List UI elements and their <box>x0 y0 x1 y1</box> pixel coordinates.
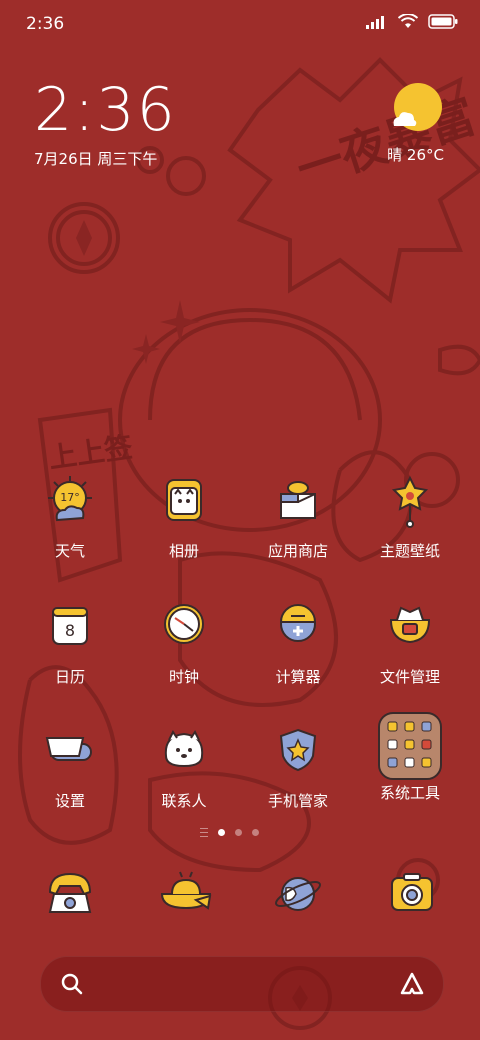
clock-widget[interactable]: 2:36 7月26日 周三下午 <box>34 78 177 169</box>
gallery-icon <box>166 479 202 521</box>
app-file-manager[interactable]: 文件管理 <box>350 600 470 687</box>
wifi-icon <box>398 14 418 28</box>
app-label: 主题壁纸 <box>379 542 440 560</box>
app-label: 设置 <box>54 792 85 810</box>
app-system-tools-folder[interactable]: 系统工具 <box>350 712 470 803</box>
status-icons <box>366 14 458 29</box>
app-store-icon <box>280 481 316 519</box>
contacts-icon <box>164 730 204 768</box>
wallpaper-scroll-text: 上上签 <box>47 430 135 474</box>
calendar-day: 8 <box>65 621 75 640</box>
status-time: 2:36 <box>26 14 65 34</box>
clock-icon <box>164 604 204 644</box>
app-weather[interactable]: 17° 天气 <box>10 474 130 561</box>
menu-lines-icon <box>200 828 208 837</box>
page-dot-active <box>218 829 225 836</box>
app-label: 计算器 <box>275 668 321 686</box>
app-label: 文件管理 <box>379 668 440 686</box>
app-label: 联系人 <box>161 792 207 810</box>
signal-icon <box>366 15 384 29</box>
page-indicator[interactable] <box>200 828 259 837</box>
search-icon[interactable] <box>61 973 83 995</box>
page-dot <box>252 829 259 836</box>
widget-date: 7月26日 周三下午 <box>34 150 158 168</box>
weather-badge: 17° <box>60 491 80 504</box>
weather-widget[interactable]: 晴 26°C <box>387 82 444 165</box>
app-store[interactable]: 应用商店 <box>238 474 358 561</box>
themes-icon <box>391 475 429 528</box>
app-calendar[interactable]: 8 日历 <box>10 600 130 687</box>
app-label: 天气 <box>54 542 85 560</box>
app-contacts[interactable]: 联系人 <box>124 724 244 811</box>
settings-icon <box>45 737 92 761</box>
file-manager-icon <box>389 606 431 644</box>
weather-app-icon: 17° <box>48 476 92 522</box>
app-label: 系统工具 <box>379 784 440 802</box>
app-calculator[interactable]: 计算器 <box>238 600 358 687</box>
app-label: 日历 <box>54 668 85 686</box>
phone-icon[interactable] <box>40 864 100 924</box>
calendar-icon: 8 <box>52 607 88 645</box>
app-clock[interactable]: 时钟 <box>124 600 244 687</box>
app-vault-icon[interactable] <box>399 971 425 997</box>
messages-icon[interactable] <box>156 864 216 924</box>
app-settings[interactable]: 设置 <box>10 724 130 811</box>
page-dot <box>235 829 242 836</box>
app-label: 相册 <box>168 542 199 560</box>
app-themes[interactable]: 主题壁纸 <box>350 474 470 561</box>
wallpaper-banner-text: 一夜暴富 <box>290 89 480 197</box>
app-label: 时钟 <box>168 668 199 686</box>
security-icon <box>279 728 317 772</box>
app-label: 应用商店 <box>267 542 328 560</box>
weather-text: 晴 26°C <box>387 146 444 164</box>
status-bar: 2:36 <box>0 0 480 50</box>
app-gallery[interactable]: 相册 <box>124 474 244 561</box>
app-security[interactable]: 手机管家 <box>238 724 358 811</box>
search-bar[interactable] <box>40 956 444 1012</box>
system-tools-folder-icon <box>378 712 442 780</box>
camera-icon[interactable] <box>382 864 442 924</box>
sunny-cloudy-icon <box>393 83 442 131</box>
calculator-icon <box>279 604 317 642</box>
browser-icon[interactable] <box>268 864 328 924</box>
widget-time: 2:36 <box>34 75 177 145</box>
battery-icon <box>428 14 458 29</box>
app-label: 手机管家 <box>267 792 328 810</box>
